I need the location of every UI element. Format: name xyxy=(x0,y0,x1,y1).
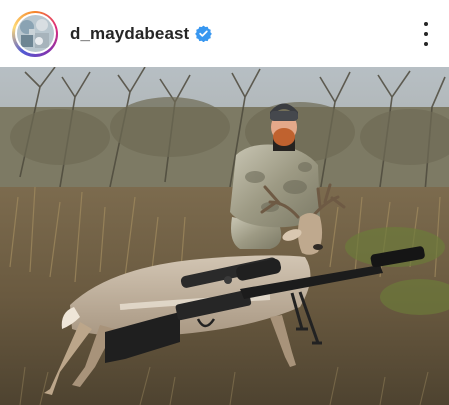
username[interactable]: d_maydabeast xyxy=(70,24,189,44)
avatar[interactable] xyxy=(16,15,54,52)
post-header: d_maydabeast xyxy=(0,0,449,67)
username-link[interactable]: d_maydabeast xyxy=(70,24,213,44)
more-options-icon xyxy=(424,22,428,26)
instagram-post: d_maydabeast xyxy=(0,0,449,405)
avatar-image xyxy=(16,15,54,52)
hunting-photo xyxy=(0,67,449,405)
verified-badge-icon xyxy=(195,25,213,42)
more-options-button[interactable] xyxy=(419,22,433,46)
story-ring[interactable] xyxy=(12,10,58,57)
post-photo[interactable] xyxy=(0,67,449,405)
